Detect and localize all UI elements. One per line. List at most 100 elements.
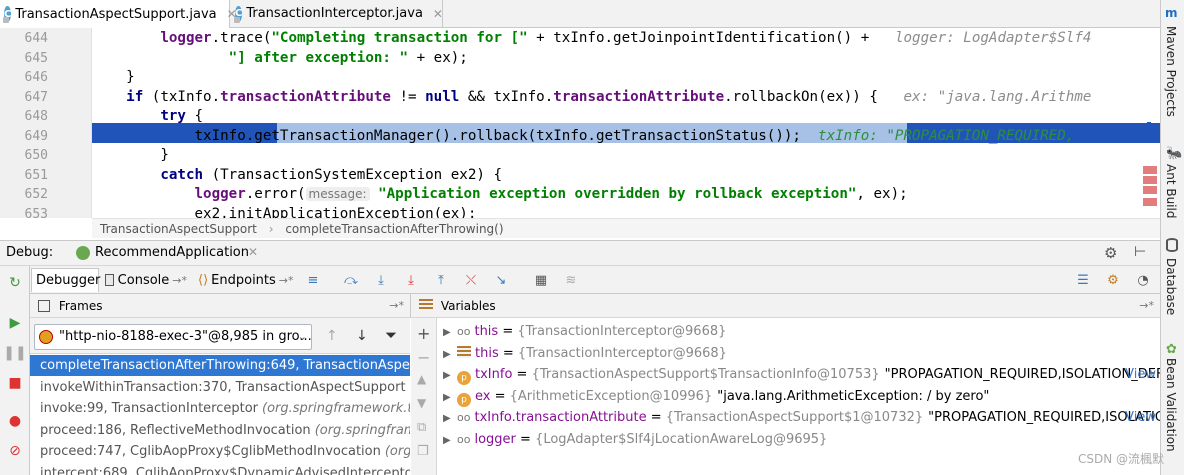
tab-console[interactable]: Console →*: [101, 268, 191, 292]
editor-tab-bar: C TransactionAspectSupport.java ✕ C Tran…: [0, 0, 1160, 28]
code-line[interactable]: }: [92, 146, 169, 166]
tool-database[interactable]: Database: [1164, 258, 1178, 315]
error-stripe-marker[interactable]: [1143, 166, 1157, 174]
pin-icon[interactable]: →*: [1139, 294, 1154, 318]
stack-frame-item[interactable]: invoke:99, TransactionInterceptor (org.spr…: [30, 398, 410, 419]
code-token: "Completing transaction for [": [271, 30, 528, 46]
endpoints-icon: ⟨⟩: [198, 272, 209, 288]
frame-class: ReflectiveMethodInvocation: [130, 422, 311, 438]
move-up-icon[interactable]: ▲: [417, 372, 426, 386]
close-icon[interactable]: ✕: [433, 7, 443, 21]
expand-arrow-icon[interactable]: ▶: [443, 408, 457, 429]
duplicate-watch-icon[interactable]: ⧉: [417, 420, 426, 435]
code-line[interactable]: try {: [92, 107, 203, 127]
code-token: .error(: [245, 186, 306, 202]
expand-arrow-icon[interactable]: ▶: [443, 430, 457, 451]
variable-row[interactable]: ▶ oo txInfo.transactionAttribute = {Transa…: [437, 407, 1160, 429]
menu-lines-icon[interactable]: ≡: [304, 271, 322, 289]
run-config-name[interactable]: RecommendApplication: [95, 245, 249, 260]
code-editor[interactable]: logger.trace("Completing transaction for…: [92, 28, 1160, 218]
minimize-icon[interactable]: ⊢: [1134, 244, 1146, 260]
stack-frame-item[interactable]: completeTransactionAfterThrowing:649, Tra…: [30, 355, 410, 376]
code-line[interactable]: logger.trace("Completing transaction for…: [92, 29, 1091, 49]
drop-frame-icon[interactable]: ⤬: [462, 271, 480, 289]
caret-marker[interactable]: [1147, 122, 1151, 134]
add-watch-icon[interactable]: +: [417, 324, 430, 343]
thread-dropdown[interactable]: "http-nio-8188-exec-3"@8,985 in gro... ⌄: [34, 324, 312, 350]
bean-validation-icon: ✿: [1166, 342, 1177, 357]
resume-icon[interactable]: ▶: [6, 314, 24, 332]
tool-maven-projects[interactable]: Maven Projects: [1164, 26, 1178, 117]
code-line[interactable]: logger.error(message: "Application excep…: [92, 185, 907, 205]
variable-row[interactable]: ▶ oo logger = {LogAdapter$Slf4jLocationAwa…: [437, 429, 1160, 451]
variable-row[interactable]: ▶ p ex = {ArithmeticException@10996} "java.…: [437, 386, 1160, 408]
code-line[interactable]: if (txInfo.transactionAttribute != null …: [92, 88, 1091, 108]
error-stripe-marker[interactable]: [1143, 198, 1157, 206]
line-number: 650: [24, 148, 48, 163]
editor-gutter[interactable]: 644 645 646 647 648 649 650 651 652 653: [0, 28, 92, 222]
tab-endpoints[interactable]: ⟨⟩ Endpoints →*: [194, 268, 296, 292]
layout-settings-icon[interactable]: ⚙: [1104, 271, 1122, 289]
variable-name: logger: [474, 431, 516, 447]
code-line[interactable]: }: [92, 68, 135, 88]
variables-header: Variables →*: [410, 294, 1160, 318]
move-down-icon[interactable]: ▼: [417, 396, 426, 410]
tab-debugger[interactable]: Debugger: [31, 268, 100, 292]
step-over-icon[interactable]: ⤼: [342, 271, 360, 289]
rerun-icon[interactable]: ↻: [6, 274, 24, 292]
gear-icon[interactable]: ⚙: [1104, 244, 1117, 262]
breadcrumb-item[interactable]: TransactionAspectSupport: [100, 222, 257, 236]
view-link[interactable]: View: [1125, 364, 1156, 386]
stack-frame-item[interactable]: invokeWithinTransaction:370, TransactionA…: [30, 377, 410, 398]
mute-breakpoints-icon[interactable]: ⊘: [6, 442, 24, 460]
tool-ant-build[interactable]: Ant Build: [1164, 164, 1178, 218]
variable-row[interactable]: ▶ p txInfo = {TransactionAspectSupport$Tra…: [437, 364, 1160, 386]
code-token: .rollbackOn(ex)) {: [724, 88, 878, 105]
view-breakpoints-icon[interactable]: ●: [6, 412, 24, 430]
evaluate-expression-icon[interactable]: ▦: [532, 271, 550, 289]
step-out-icon[interactable]: ⤒: [432, 271, 450, 289]
frames-icon: [38, 300, 50, 312]
tool-bean-validation[interactable]: Bean Validation: [1164, 358, 1178, 452]
code-line[interactable]: txInfo.getTransactionManager().rollback(…: [92, 127, 1074, 147]
variable-row[interactable]: ▶ oo this = {TransactionInterceptor@9668}: [437, 321, 1160, 343]
code-line[interactable]: ex2.initApplicationException(ex);: [92, 205, 476, 219]
pause-icon[interactable]: ❚❚: [3, 344, 26, 362]
parameter-icon: p: [457, 392, 471, 407]
database-icon: [1166, 238, 1178, 252]
expand-arrow-icon[interactable]: ▶: [443, 322, 457, 343]
watermark: CSDN @流楓默: [1078, 452, 1165, 466]
variable-row[interactable]: ▶ this = {TransactionInterceptor@9668}: [437, 343, 1160, 365]
pin-icon[interactable]: →*: [389, 294, 404, 318]
error-stripe-marker[interactable]: [1143, 176, 1157, 184]
breadcrumb-item[interactable]: completeTransactionAfterThrowing(): [285, 222, 503, 236]
filter-icon[interactable]: ⏷: [385, 326, 397, 344]
code-line[interactable]: catch (TransactionSystemException ex2) {: [92, 166, 502, 186]
view-link[interactable]: View: [1125, 407, 1156, 429]
memory-icon[interactable]: ◔: [1134, 271, 1152, 289]
step-into-icon[interactable]: ⤓: [372, 271, 390, 289]
arrow-down-icon[interactable]: ↓: [356, 328, 368, 344]
tab-transaction-aspect-support[interactable]: C TransactionAspectSupport.java ✕: [0, 0, 237, 28]
tab-transaction-interceptor[interactable]: C TransactionInterceptor.java ✕: [231, 0, 443, 27]
trace-icon[interactable]: ≋: [562, 271, 580, 289]
run-to-cursor-icon[interactable]: ↘: [492, 271, 510, 289]
variable-value: {TransactionInterceptor@9668}: [517, 345, 727, 361]
frames-title: Frames: [58, 299, 103, 313]
stack-frame-item[interactable]: intercept:689, CglibAopProxy$DynamicAdvis…: [30, 463, 410, 475]
arrow-up-icon[interactable]: ↑: [326, 328, 338, 344]
stack-frame-item[interactable]: proceed:186, ReflectiveMethodInvocation (o…: [30, 420, 410, 441]
expand-arrow-icon[interactable]: ▶: [443, 387, 457, 408]
remove-watch-icon[interactable]: −: [417, 348, 430, 367]
restore-layout-icon[interactable]: ☰: [1074, 271, 1092, 289]
close-icon[interactable]: ✕: [248, 245, 258, 259]
force-step-into-icon[interactable]: ⤓: [402, 271, 420, 289]
copy-icon[interactable]: ❐: [417, 444, 429, 459]
error-stripe-marker[interactable]: [1143, 186, 1157, 194]
code-line[interactable]: "] after exception: " + ex);: [92, 49, 468, 69]
stop-icon[interactable]: ■: [6, 374, 24, 392]
code-token: }: [92, 69, 135, 85]
expand-arrow-icon[interactable]: ▶: [443, 365, 457, 386]
expand-arrow-icon[interactable]: ▶: [443, 344, 457, 365]
stack-frame-item[interactable]: proceed:747, CglibAopProxy$CglibMethodInv…: [30, 441, 410, 462]
